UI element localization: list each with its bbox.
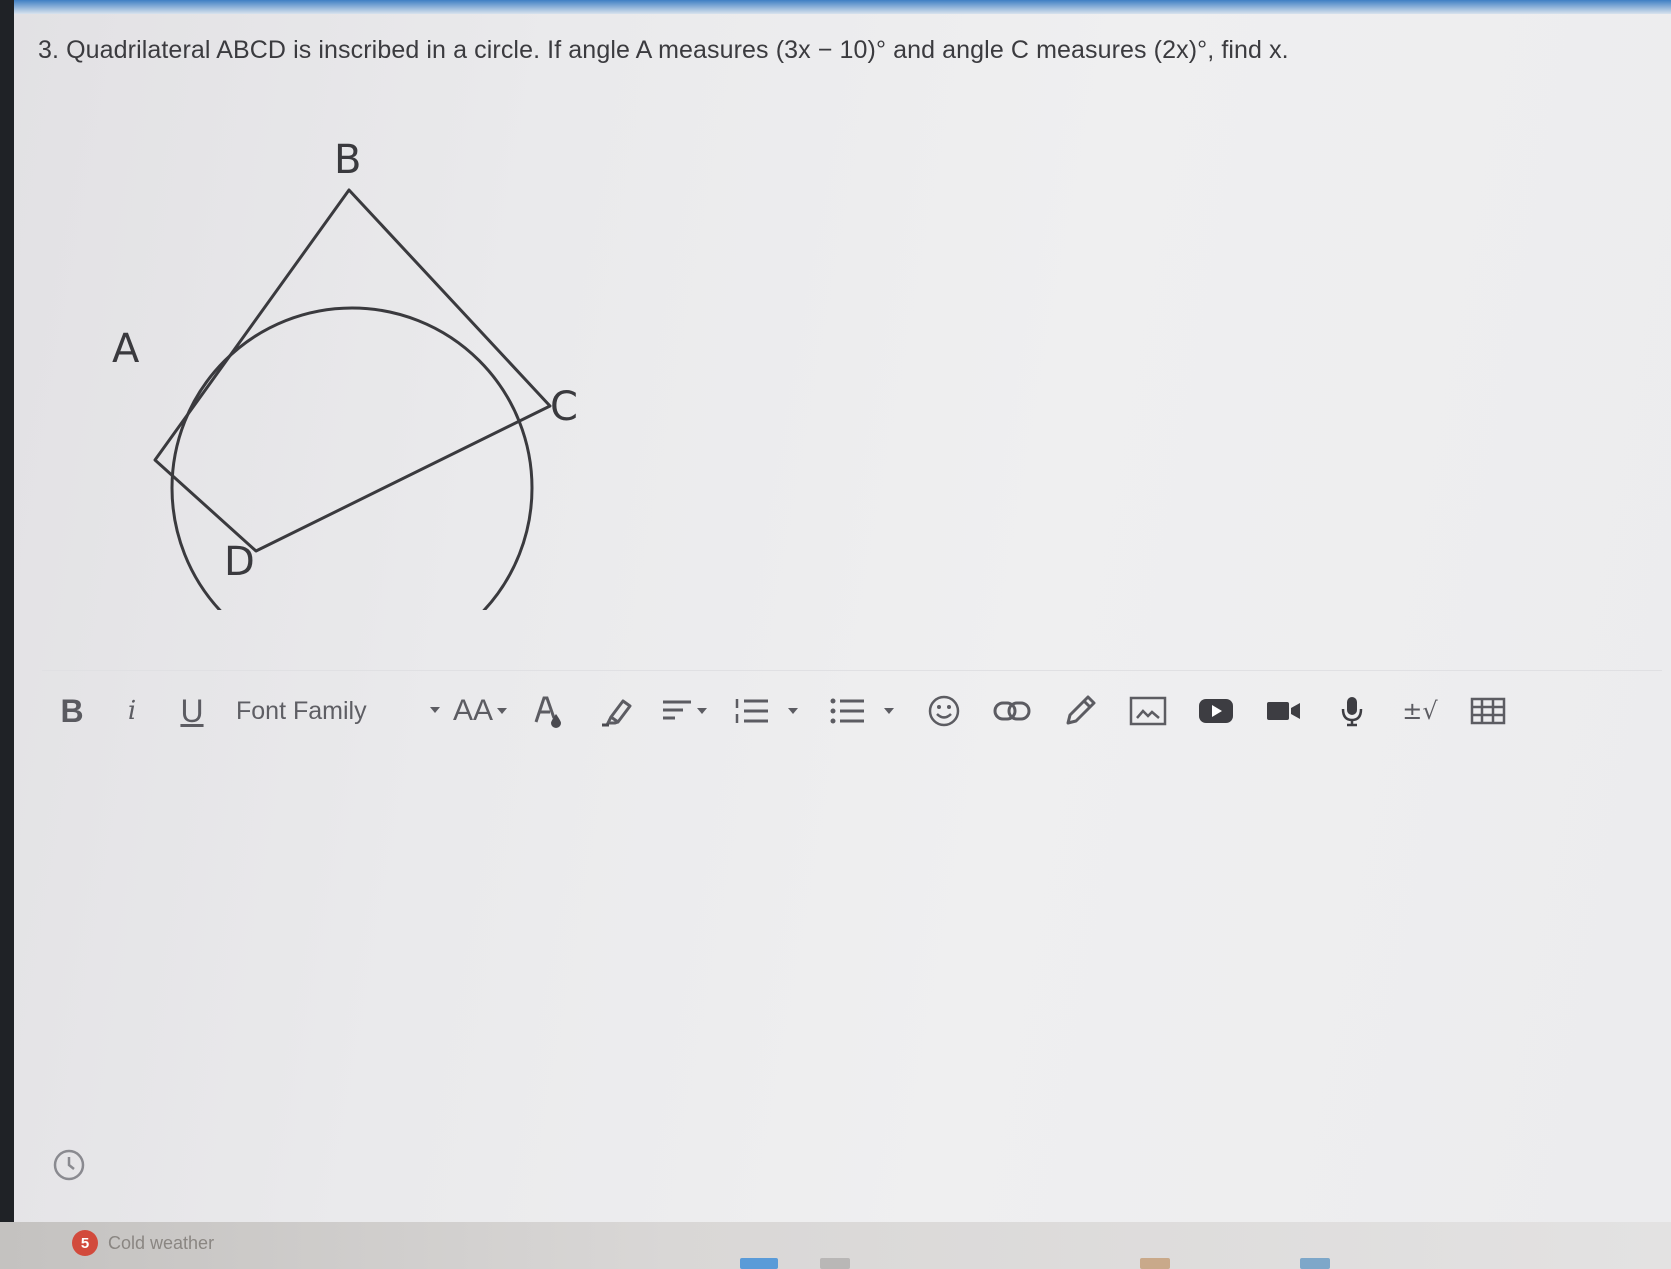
link-icon (993, 701, 1031, 721)
font-size-icon: AA (453, 694, 493, 728)
vertex-label-a: A (112, 326, 140, 372)
font-size-button[interactable]: AA (446, 687, 514, 735)
inscribed-quadrilateral-figure: B A C D (94, 130, 614, 610)
italic-button[interactable]: i (102, 687, 162, 735)
ordered-list-chevron-down-icon (788, 708, 798, 714)
link-button[interactable] (978, 687, 1046, 735)
font-family-select[interactable]: Font Family (222, 687, 446, 735)
ordered-list-button[interactable] (718, 687, 814, 735)
taskbar-app-icon[interactable] (1140, 1258, 1170, 1269)
emoji-button[interactable] (910, 687, 978, 735)
vertex-label-b: B (334, 137, 361, 183)
taskbar-search-icon[interactable] (820, 1258, 850, 1269)
math-icon: ±√ (1402, 697, 1438, 725)
ordered-list-icon (735, 699, 768, 723)
font-family-label: Font Family (236, 696, 367, 725)
insert-youtube-button[interactable] (1182, 687, 1250, 735)
clock-icon (53, 1149, 85, 1181)
text-color-icon (534, 696, 561, 728)
taskbar-app-icon[interactable] (1300, 1258, 1330, 1269)
text-color-button[interactable] (514, 687, 582, 735)
unordered-list-icon (830, 698, 864, 724)
history-button[interactable] (52, 1148, 86, 1187)
font-family-chevron-down-icon (430, 707, 440, 713)
highlight-icon (602, 699, 632, 727)
align-icon (663, 700, 691, 720)
insert-image-button[interactable] (1114, 687, 1182, 735)
microphone-icon (1341, 697, 1363, 727)
pencil-icon (1066, 695, 1096, 725)
align-button[interactable] (650, 687, 718, 735)
weather-text: Cold weather (108, 1232, 215, 1253)
record-audio-button[interactable] (1318, 687, 1386, 735)
insert-table-button[interactable] (1454, 687, 1522, 735)
emoji-icon (928, 695, 960, 727)
underline-button[interactable]: U (162, 687, 222, 735)
unordered-list-button[interactable] (814, 687, 910, 735)
figure-svg: B A C D (112, 137, 578, 610)
align-chevron-down-icon (697, 708, 707, 714)
vertex-label-d: D (224, 539, 255, 585)
highlight-button[interactable] (582, 687, 650, 735)
video-icon (1267, 702, 1300, 720)
editor-toolbar: B i U Font Family AA ±√ (42, 670, 1662, 751)
weather-alert-icon: 5 (72, 1230, 98, 1256)
math-equation-button[interactable]: ±√ (1386, 687, 1454, 735)
font-size-chevron-down-icon (497, 708, 508, 714)
browser-top-bar (14, 0, 1671, 14)
taskbar-weather-widget[interactable]: 5 Cold weather (72, 1230, 214, 1256)
vertex-label-c: C (550, 384, 578, 430)
windows-start-icon[interactable] (740, 1258, 778, 1269)
font-size-label: AA (452, 694, 494, 727)
image-icon (1129, 696, 1167, 726)
question-text: 3. Quadrilateral ABCD is inscribed in a … (38, 36, 1289, 64)
bold-button[interactable]: B (42, 687, 102, 735)
record-video-button[interactable] (1250, 687, 1318, 735)
draw-button[interactable] (1046, 687, 1114, 735)
screen: 3. Quadrilateral ABCD is inscribed in a … (14, 0, 1671, 1222)
unordered-list-chevron-down-icon (884, 708, 894, 714)
youtube-icon (1199, 699, 1233, 723)
table-icon (1470, 697, 1506, 725)
